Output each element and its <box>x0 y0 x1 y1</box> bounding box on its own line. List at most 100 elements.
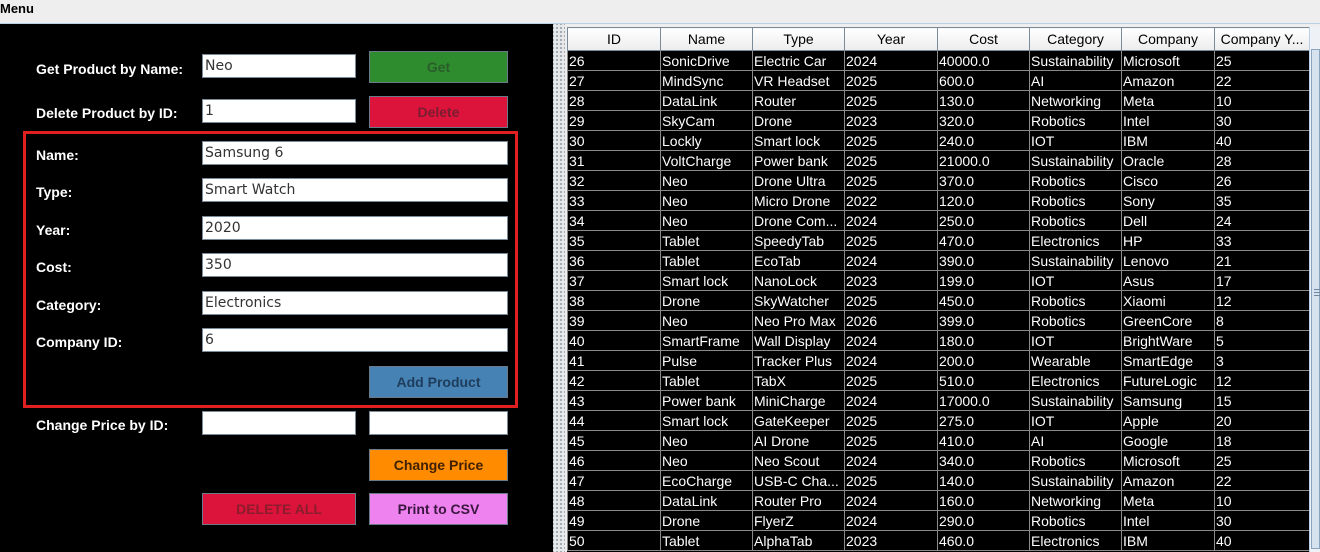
table-cell[interactable]: Lenovo <box>1121 250 1215 271</box>
column-header[interactable]: Company <box>1121 27 1215 51</box>
column-header[interactable]: Name <box>660 27 753 51</box>
table-cell[interactable]: 160.0 <box>937 490 1030 511</box>
table-cell[interactable]: Oracle <box>1121 150 1215 171</box>
column-header[interactable]: Type <box>752 27 845 51</box>
table-cell[interactable]: HP <box>1121 230 1215 251</box>
table-cell[interactable]: Sustainability <box>1029 50 1122 71</box>
table-cell[interactable]: 2025 <box>844 90 938 111</box>
table-cell[interactable]: Meta <box>1121 90 1215 111</box>
delete-all-button[interactable]: DELETE ALL <box>202 493 356 525</box>
table-row[interactable]: 42 Tablet TabX 2025 510.0 Electronics FutureLo… <box>567 370 1309 391</box>
table-cell[interactable]: 40 <box>1214 130 1309 151</box>
table-cell[interactable]: Drone <box>752 110 845 131</box>
table-cell[interactable]: 46 <box>567 450 661 471</box>
table-cell[interactable]: 2024 <box>844 350 938 371</box>
table-cell[interactable]: Neo <box>660 310 753 331</box>
get-button[interactable]: Get <box>369 51 508 83</box>
table-cell[interactable]: GateKeeper <box>752 410 845 431</box>
table-cell[interactable]: Pulse <box>660 350 753 371</box>
type-input[interactable]: Smart Watch <box>202 178 508 202</box>
table-cell[interactable]: Neo <box>660 190 753 211</box>
table-cell[interactable]: Robotics <box>1029 170 1122 191</box>
table-cell[interactable]: Cisco <box>1121 170 1215 191</box>
table-cell[interactable]: 470.0 <box>937 230 1030 251</box>
table-cell[interactable]: 399.0 <box>937 310 1030 331</box>
table-cell[interactable]: 25 <box>1214 450 1309 471</box>
table-cell[interactable]: 180.0 <box>937 330 1030 351</box>
table-cell[interactable]: 2025 <box>844 370 938 391</box>
column-header[interactable]: Cost <box>937 27 1030 51</box>
table-cell[interactable]: 12 <box>1214 370 1309 391</box>
table-cell[interactable]: 17000.0 <box>937 390 1030 411</box>
get-product-name-input[interactable]: Neo <box>202 54 356 78</box>
table-row[interactable]: 43 Power bank MiniCharge 2024 17000.0 Sustain… <box>567 390 1309 411</box>
table-cell[interactable]: Lockly <box>660 130 753 151</box>
table-cell[interactable]: NanoLock <box>752 270 845 291</box>
table-cell[interactable]: 2026 <box>844 310 938 331</box>
table-cell[interactable]: 2024 <box>844 210 938 231</box>
table-cell[interactable]: FutureLogic <box>1121 370 1215 391</box>
table-cell[interactable]: Electronics <box>1029 230 1122 251</box>
table-cell[interactable]: EcoCharge <box>660 470 753 491</box>
table-cell[interactable]: Neo Scout <box>752 450 845 471</box>
table-cell[interactable]: Intel <box>1121 510 1215 531</box>
table-cell[interactable]: Amazon <box>1121 70 1215 91</box>
table-cell[interactable]: 510.0 <box>937 370 1030 391</box>
table-cell[interactable]: Neo Pro Max <box>752 310 845 331</box>
year-input[interactable]: 2020 <box>202 216 508 240</box>
table-cell[interactable]: Tracker Plus <box>752 350 845 371</box>
table-cell[interactable]: Xiaomi <box>1121 290 1215 311</box>
table-row[interactable]: 36 Tablet EcoTab 2024 390.0 Sustainability Len… <box>567 250 1309 271</box>
table-cell[interactable]: SonicDrive <box>660 50 753 71</box>
table-row[interactable]: 37 Smart lock NanoLock 2023 199.0 IOT Asus 17 <box>567 270 1309 291</box>
table-cell[interactable]: 15 <box>1214 390 1309 411</box>
table-cell[interactable]: Microsoft <box>1121 450 1215 471</box>
table-cell[interactable]: Power bank <box>752 150 845 171</box>
column-header[interactable]: Category <box>1029 27 1122 51</box>
table-cell[interactable]: 28 <box>1214 150 1309 171</box>
split-pane-divider[interactable] <box>553 24 565 552</box>
table-cell[interactable]: 290.0 <box>937 510 1030 531</box>
table-cell[interactable]: Drone <box>660 290 753 311</box>
table-cell[interactable]: SmartEdge <box>1121 350 1215 371</box>
table-cell[interactable]: Tablet <box>660 230 753 251</box>
table-cell[interactable]: Sustainability <box>1029 390 1122 411</box>
table-cell[interactable]: Google <box>1121 430 1215 451</box>
table-cell[interactable]: 26 <box>1214 170 1309 191</box>
table-cell[interactable]: Neo <box>660 170 753 191</box>
table-cell[interactable]: 20 <box>1214 410 1309 431</box>
table-cell[interactable]: 2023 <box>844 530 938 551</box>
table-cell[interactable]: SmartFrame <box>660 330 753 351</box>
table-cell[interactable]: 2024 <box>844 490 938 511</box>
table-cell[interactable]: Robotics <box>1029 190 1122 211</box>
table-cell[interactable]: 2022 <box>844 190 938 211</box>
table-cell[interactable]: 45 <box>567 430 661 451</box>
table-cell[interactable]: 30 <box>567 130 661 151</box>
table-cell[interactable]: 33 <box>1214 230 1309 251</box>
table-cell[interactable]: 2024 <box>844 390 938 411</box>
change-price-button[interactable]: Change Price <box>369 449 508 481</box>
table-cell[interactable]: VR Headset <box>752 70 845 91</box>
table-row[interactable]: 41 Pulse Tracker Plus 2024 200.0 Wearable Smar… <box>567 350 1309 371</box>
table-cell[interactable]: Electric Car <box>752 50 845 71</box>
table-cell[interactable]: 43 <box>567 390 661 411</box>
change-price-id-input[interactable] <box>202 411 356 435</box>
table-cell[interactable]: Smart lock <box>752 130 845 151</box>
table-cell[interactable]: Neo <box>660 210 753 231</box>
table-cell[interactable]: 2025 <box>844 290 938 311</box>
table-cell[interactable]: IOT <box>1029 270 1122 291</box>
table-cell[interactable]: 2025 <box>844 230 938 251</box>
table-cell[interactable]: SkyCam <box>660 110 753 131</box>
table-cell[interactable]: 29 <box>567 110 661 131</box>
table-cell[interactable]: 38 <box>567 290 661 311</box>
table-row[interactable]: 46 Neo Neo Scout 2024 340.0 Robotics Microsoft… <box>567 450 1309 471</box>
table-row[interactable]: 45 Neo AI Drone 2025 410.0 AI Google 18 <box>567 430 1309 451</box>
table-cell[interactable]: 22 <box>1214 70 1309 91</box>
table-cell[interactable]: 2025 <box>844 70 938 91</box>
table-cell[interactable]: MiniCharge <box>752 390 845 411</box>
table-cell[interactable]: Robotics <box>1029 290 1122 311</box>
table-row[interactable]: 31 VoltCharge Power bank 2025 21000.0 Sustain… <box>567 150 1309 171</box>
table-row[interactable]: 50 Tablet AlphaTab 2023 460.0 Electronics IBM 4… <box>567 530 1309 551</box>
table-cell[interactable]: 2024 <box>844 510 938 531</box>
table-cell[interactable]: 18 <box>1214 430 1309 451</box>
